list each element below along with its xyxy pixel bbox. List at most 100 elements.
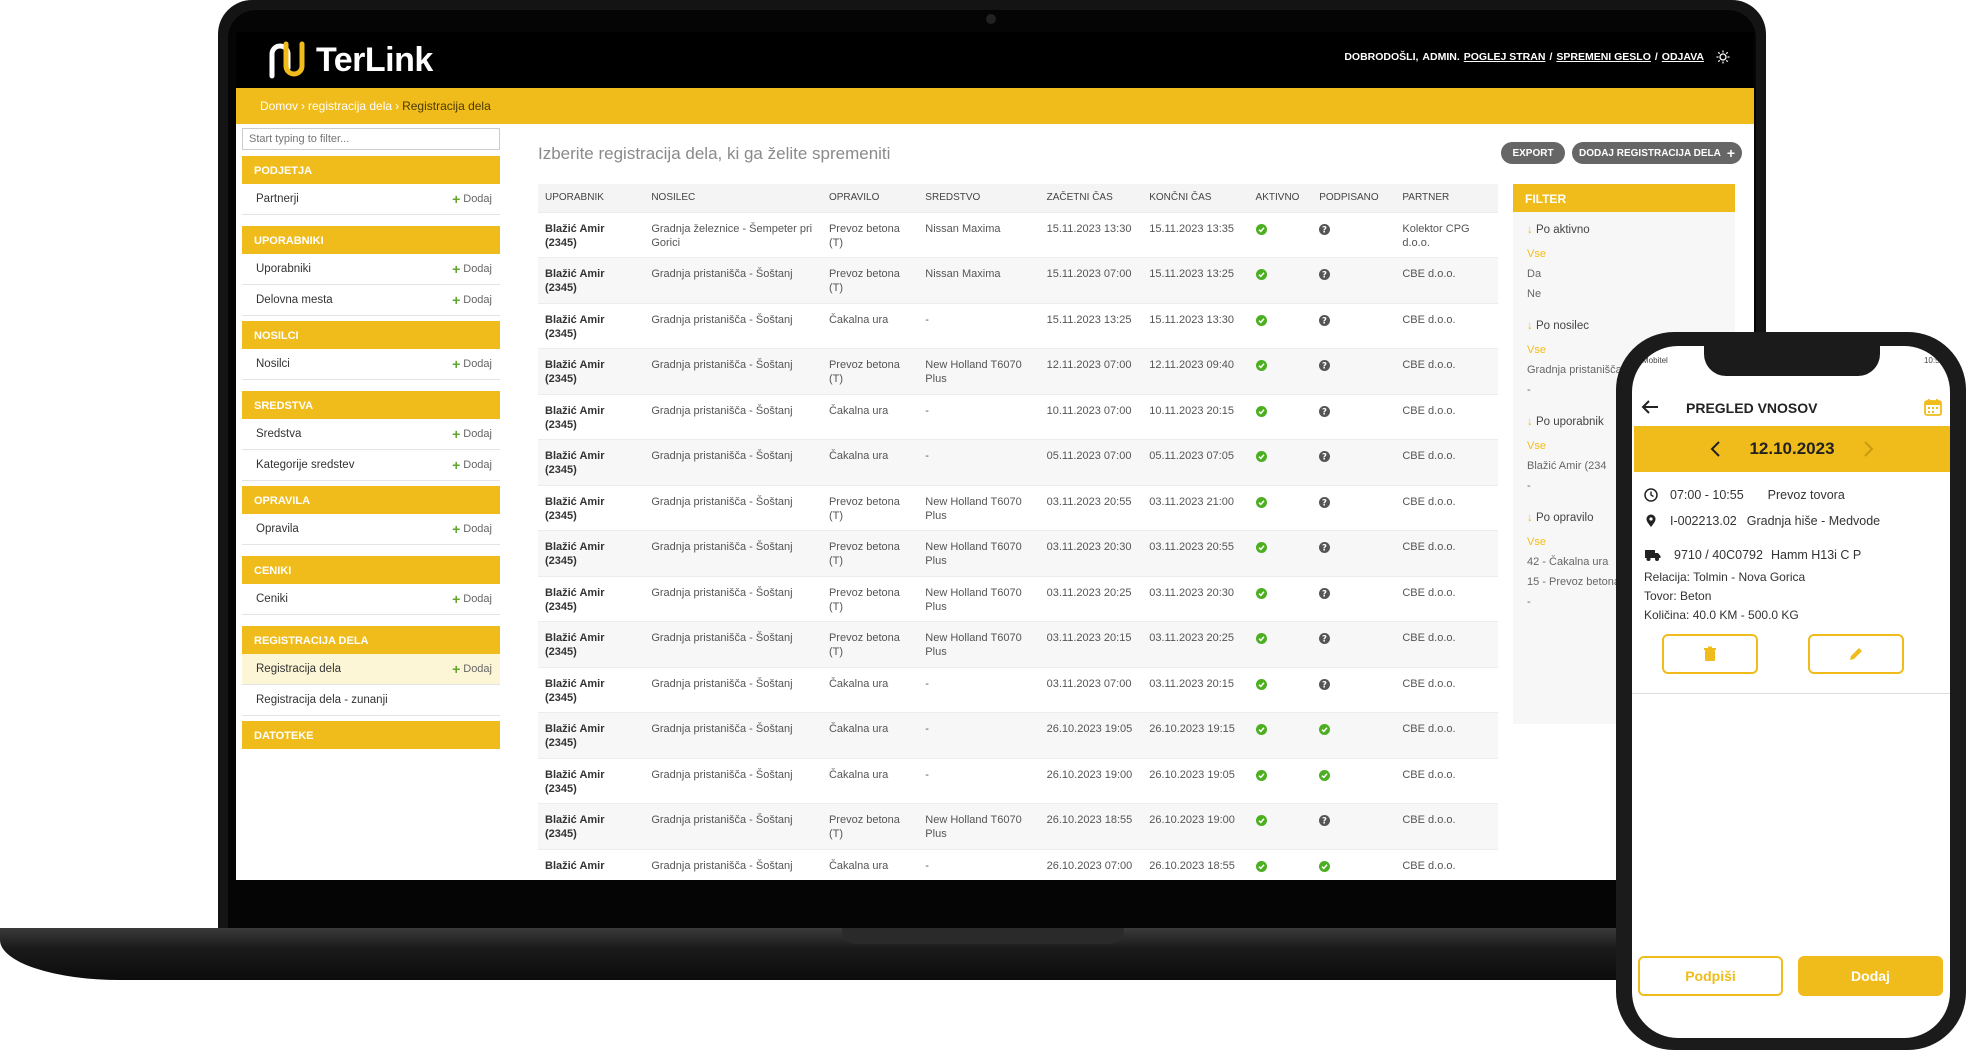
cell-signed: ?: [1312, 530, 1396, 576]
cell-task: Čakalna ura: [821, 848, 919, 880]
column-header[interactable]: Uporabnik: [538, 184, 645, 212]
sidebar-item-label[interactable]: Kategorije sredstev: [256, 459, 354, 471]
sidebar-item-label[interactable]: Nosilci: [256, 358, 290, 370]
delete-entry-button[interactable]: [1662, 634, 1758, 674]
sidebar-item[interactable]: Opravila + Dodaj: [242, 514, 500, 545]
add-entry-button[interactable]: Dodaj: [1798, 956, 1943, 996]
sidebar-item-label[interactable]: Sredstva: [256, 428, 301, 440]
add-registration-button[interactable]: DODAJ REGISTRACIJA DELA +: [1572, 142, 1742, 164]
table-row[interactable]: Blažić Amir (2345) Gradnja pristanišča - …: [538, 348, 1498, 394]
cell-asset: New Holland T6070 Plus: [918, 575, 1040, 622]
sidebar-item-label[interactable]: Ceniki: [256, 593, 288, 605]
table-row[interactable]: Blažić Amir (2345) Gradnja pristanišča - …: [538, 757, 1498, 804]
question-circle-icon: ?: [1319, 815, 1331, 827]
calendar-icon[interactable]: [1924, 398, 1942, 416]
sidebar-add-link[interactable]: + Dodaj: [452, 522, 492, 536]
column-header[interactable]: Nosilec: [644, 184, 822, 212]
sidebar-item-label[interactable]: Delovna mesta: [256, 294, 333, 306]
check-circle-icon: [1255, 587, 1267, 599]
sidebar-add-link[interactable]: + Dodaj: [452, 293, 492, 307]
table-row[interactable]: Blažić Amir (2345) Gradnja pristanišča - …: [538, 257, 1498, 303]
date-selector: 12.10.2023: [1634, 426, 1950, 472]
sidebar-add-link[interactable]: + Dodaj: [452, 427, 492, 441]
breadcrumb-home[interactable]: Domov: [260, 99, 298, 113]
column-header[interactable]: Začetni čas: [1039, 184, 1143, 212]
change-password-link[interactable]: SPREMENI GESLO: [1556, 51, 1651, 63]
table-row[interactable]: Blažić Amir (2345) Gradnja pristanišča - …: [538, 712, 1498, 758]
cell-partner: CBE d.o.o.: [1395, 393, 1498, 440]
add-label: Dodaj: [463, 663, 492, 675]
add-label: Dodaj: [463, 428, 492, 440]
breadcrumb-section[interactable]: registracija dela: [308, 99, 392, 113]
check-circle-icon: [1255, 314, 1267, 326]
sidebar-item[interactable]: Partnerji + Dodaj: [242, 184, 500, 215]
table-row[interactable]: Blažić Amir (2345) Gradnja pristanišča - …: [538, 803, 1498, 849]
sign-label: Podpiši: [1685, 968, 1736, 984]
sidebar-item[interactable]: Registracija dela - zunanji: [242, 685, 500, 716]
sidebar-item-label[interactable]: Registracija dela: [256, 663, 341, 675]
sidebar-item-label[interactable]: Uporabniki: [256, 263, 311, 275]
sidebar-add-link[interactable]: + Dodaj: [452, 662, 492, 676]
sidebar-item-label[interactable]: Opravila: [256, 523, 299, 535]
sidebar-item[interactable]: Ceniki + Dodaj: [242, 584, 500, 615]
filter-option[interactable]: Ne: [1527, 288, 1721, 300]
sidebar-section: Datoteke: [242, 721, 500, 749]
theme-toggle-icon[interactable]: [1716, 50, 1730, 64]
sidebar-item[interactable]: Registracija dela + Dodaj: [242, 654, 500, 685]
sidebar-section-title: Podjetja: [242, 156, 500, 184]
sidebar-add-link[interactable]: + Dodaj: [452, 458, 492, 472]
sidebar-item[interactable]: Delovna mesta + Dodaj: [242, 285, 500, 316]
sidebar-filter-input[interactable]: [242, 128, 500, 150]
sidebar-add-link[interactable]: + Dodaj: [452, 192, 492, 206]
column-header[interactable]: Partner: [1395, 184, 1498, 212]
edit-entry-button[interactable]: [1808, 634, 1904, 674]
sidebar-add-link[interactable]: + Dodaj: [452, 262, 492, 276]
table-row[interactable]: Blažić Amir (2345) Gradnja železnice - Še…: [538, 211, 1498, 258]
cell-end: 03.11.2023 20:30: [1142, 575, 1249, 622]
sidebar-item-label[interactable]: Registracija dela - zunanji: [256, 694, 388, 706]
filter-option[interactable]: Vse: [1527, 248, 1721, 260]
app-header: TerLink DOBRODOŠLI, ADMIN. POGLEJ STRAN …: [236, 32, 1754, 88]
column-header[interactable]: Podpisano: [1312, 184, 1396, 212]
brand-logo[interactable]: TerLink: [266, 40, 433, 80]
truck-icon: [1645, 550, 1661, 561]
cell-task: Prevoz betona (T): [821, 621, 919, 667]
question-circle-icon: ?: [1319, 542, 1331, 554]
table-row[interactable]: Blažić Amir (2345) Gradnja pristanišča - …: [538, 484, 1498, 531]
chevron-left-icon[interactable]: [1709, 440, 1723, 458]
table-row[interactable]: Blažić Amir (2345) Gradnja pristanišča - …: [538, 530, 1498, 576]
table-row[interactable]: Blažić Amir (2345) Gradnja pristanišča - …: [538, 393, 1498, 440]
logout-link[interactable]: ODJAVA: [1662, 51, 1704, 63]
chevron-right-icon[interactable]: [1861, 440, 1875, 458]
cell-partner: Kolektor CPG d.o.o.: [1395, 211, 1498, 258]
cell-signed: ?: [1312, 211, 1396, 258]
table-row[interactable]: Blažić Amir (2345) Gradnja pristanišča - …: [538, 575, 1498, 622]
table-row[interactable]: Blažić Amir (2345) Gradnja pristanišča - …: [538, 302, 1498, 349]
entry-card[interactable]: 07:00 - 10:55 Prevoz tovora I-002213.02 …: [1644, 482, 1944, 625]
sidebar-item-label[interactable]: Partnerji: [256, 193, 299, 205]
back-arrow-icon[interactable]: [1640, 398, 1660, 416]
sidebar-item[interactable]: Kategorije sredstev + Dodaj: [242, 450, 500, 481]
view-site-link[interactable]: POGLEJ STRAN: [1464, 51, 1546, 63]
column-header[interactable]: Sredstvo: [918, 184, 1040, 212]
table-row[interactable]: Blažić Amir (2345) Gradnja pristanišča - …: [538, 439, 1498, 485]
sidebar-item[interactable]: Sredstva + Dodaj: [242, 419, 500, 450]
table-row[interactable]: Blažić Amir (2345) Gradnja pristanišča - …: [538, 666, 1498, 713]
cell-carrier: Gradnja pristanišča - Šoštanj: [644, 348, 822, 394]
sidebar-add-link[interactable]: + Dodaj: [452, 357, 492, 371]
column-header[interactable]: Opravilo: [821, 184, 919, 212]
table-row[interactable]: Blažić Amir (2345) Gradnja pristanišča - …: [538, 621, 1498, 667]
column-header[interactable]: Končni čas: [1142, 184, 1249, 212]
cell-task: Čakalna ura: [821, 712, 919, 758]
export-button[interactable]: EXPORT: [1501, 142, 1565, 164]
question-circle-icon: ?: [1319, 678, 1331, 690]
column-header[interactable]: Aktivno: [1248, 184, 1313, 212]
sign-button[interactable]: Podpiši: [1638, 956, 1783, 996]
sidebar-add-link[interactable]: + Dodaj: [452, 592, 492, 606]
cell-active: [1248, 848, 1313, 880]
filter-option[interactable]: Da: [1527, 268, 1721, 280]
sidebar-item[interactable]: Uporabniki + Dodaj: [242, 254, 500, 285]
divider: [1632, 693, 1950, 694]
sidebar-item[interactable]: Nosilci + Dodaj: [242, 349, 500, 380]
table-row[interactable]: Blažić Amir Gradnja pristanišča - Šoštanj…: [538, 848, 1498, 880]
